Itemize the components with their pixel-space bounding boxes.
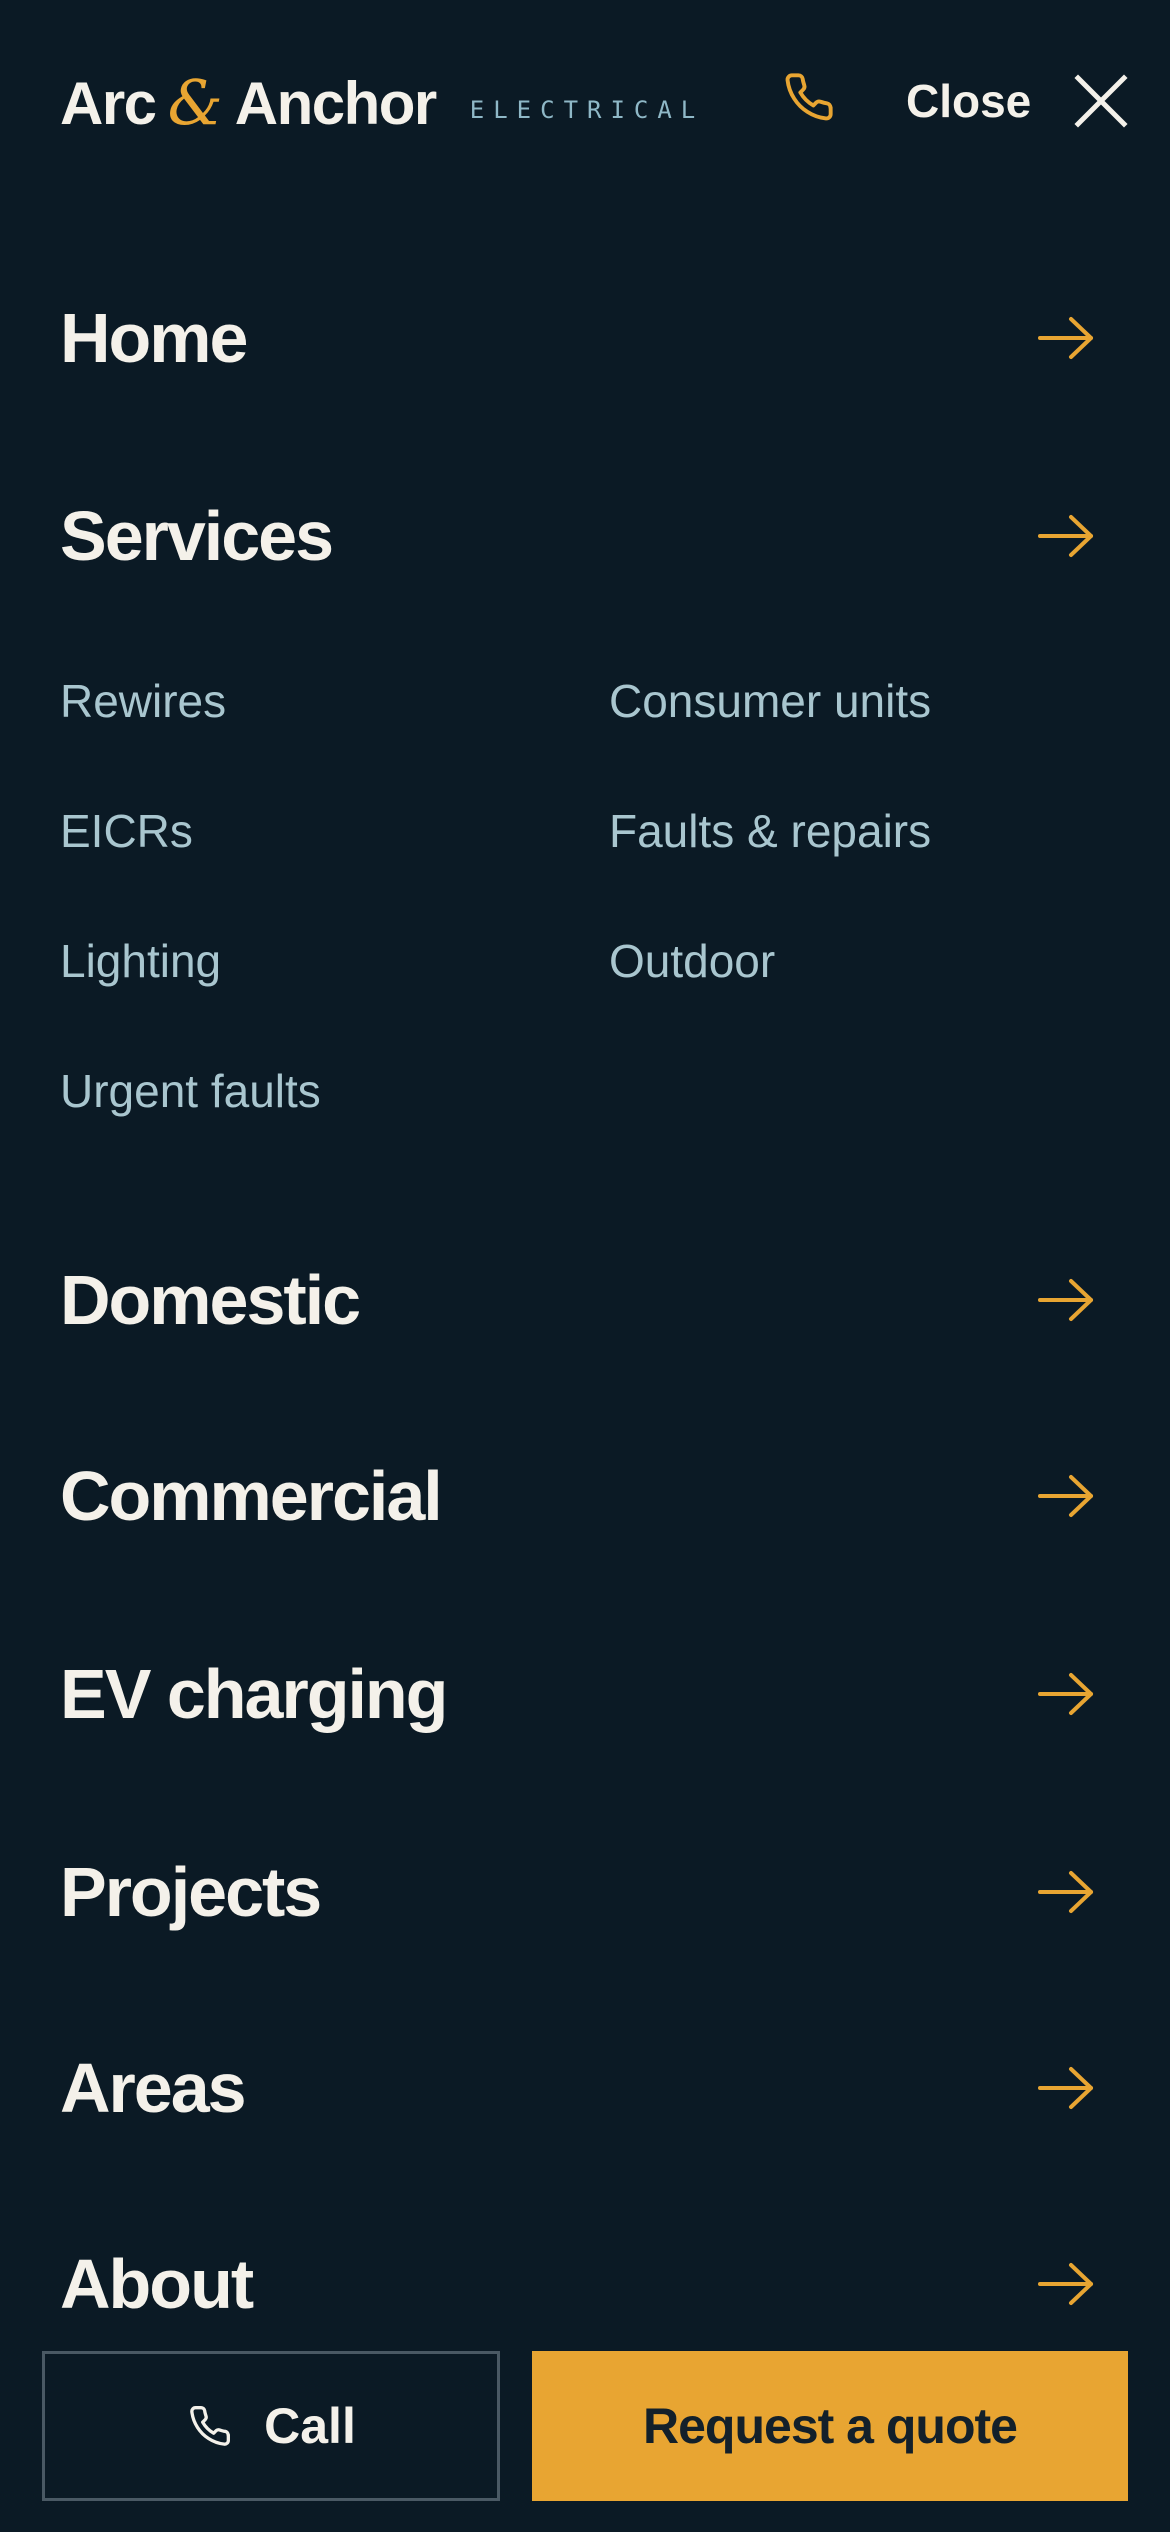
arrow-right-icon — [1034, 1670, 1098, 1718]
arrow-right-icon — [1034, 1276, 1098, 1324]
brand-name-left: Arc — [60, 70, 157, 137]
submenu-link-outdoor[interactable]: Outdoor — [609, 934, 775, 988]
brand-name-right: Anchor — [234, 70, 438, 137]
request-quote-button[interactable]: Request a quote — [532, 2351, 1128, 2501]
arrow-right-icon — [1034, 314, 1098, 362]
bottom-action-bar: Call Request a quote — [0, 2330, 1170, 2532]
call-button-label: Call — [264, 2398, 356, 2454]
arrow-right-icon — [1034, 1868, 1098, 1916]
submenu-link-urgent-faults[interactable]: Urgent faults — [60, 1064, 321, 1118]
nav-label: EV charging — [60, 1655, 448, 1733]
arrow-right-icon — [1034, 512, 1098, 560]
submenu-link-lighting[interactable]: Lighting — [60, 934, 221, 988]
nav-item-services[interactable]: Services — [60, 476, 1100, 596]
request-quote-label: Request a quote — [643, 2398, 1018, 2454]
nav-item-home[interactable]: Home — [60, 278, 1100, 398]
nav-item-domestic[interactable]: Domestic — [60, 1240, 1100, 1360]
close-x-icon — [1073, 73, 1129, 129]
brand-logo[interactable]: Arc & Anchor ELECTRICAL — [60, 66, 704, 139]
nav-item-ev-charging[interactable]: EV charging — [60, 1634, 1100, 1754]
submenu-link-eicrs[interactable]: EICRs — [60, 804, 193, 858]
phone-icon — [186, 2402, 234, 2450]
submenu-link-consumer-units[interactable]: Consumer units — [609, 674, 931, 728]
brand-subtitle: ELECTRICAL — [469, 96, 705, 124]
close-label: Close — [906, 75, 1032, 127]
submenu-link-faults-repairs[interactable]: Faults & repairs — [609, 804, 931, 858]
nav-item-projects[interactable]: Projects — [60, 1832, 1100, 1952]
nav-label: About — [60, 2245, 254, 2323]
close-menu-button[interactable]: Close — [906, 66, 1129, 136]
arrow-right-icon — [1034, 2064, 1098, 2112]
nav-label: Domestic — [60, 1261, 361, 1339]
nav-label: Home — [60, 299, 248, 377]
header: Arc & Anchor ELECTRICAL Close — [0, 0, 1170, 210]
arrow-right-icon — [1034, 1472, 1098, 1520]
nav-item-areas[interactable]: Areas — [60, 2028, 1100, 2148]
brand-ampersand: & — [167, 66, 223, 139]
submenu-link-rewires[interactable]: Rewires — [60, 674, 226, 728]
header-phone-button[interactable] — [778, 68, 840, 130]
mobile-menu-page: Arc & Anchor ELECTRICAL Close Home Servi… — [0, 0, 1170, 2532]
nav-item-commercial[interactable]: Commercial — [60, 1436, 1100, 1556]
nav-label: Services — [60, 497, 334, 575]
call-button[interactable]: Call — [42, 2351, 500, 2501]
nav-label: Commercial — [60, 1457, 443, 1535]
arrow-right-icon — [1034, 2260, 1098, 2308]
nav-item-about[interactable]: About — [60, 2224, 1100, 2344]
nav-label: Areas — [60, 2049, 247, 2127]
nav-label: Projects — [60, 1853, 322, 1931]
phone-icon — [783, 71, 835, 128]
